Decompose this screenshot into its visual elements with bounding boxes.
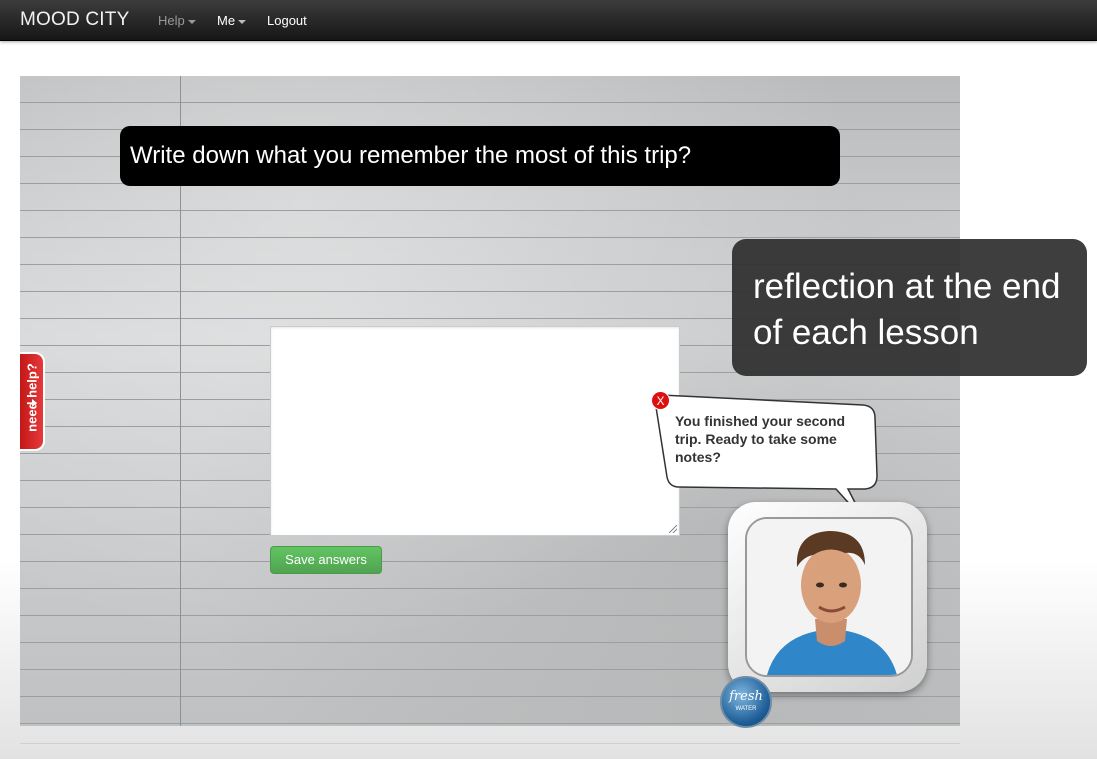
nav-me-label: Me xyxy=(217,13,236,28)
close-bubble-button[interactable]: X xyxy=(651,391,670,410)
nav-me-dropdown[interactable]: Me xyxy=(217,13,247,28)
footer-divider xyxy=(20,743,960,744)
question-prompt: Write down what you remember the most of… xyxy=(120,126,840,186)
brand-logo[interactable]: MOOD CITY xyxy=(20,9,129,31)
avatar-portrait xyxy=(747,519,911,675)
answer-textarea[interactable] xyxy=(270,326,680,536)
need-help-tab[interactable]: need help? xyxy=(20,352,45,451)
nav-logout-link[interactable]: Logout xyxy=(267,13,307,28)
speech-bubble-text: You finished your second trip. Ready to … xyxy=(675,413,846,465)
save-answers-button[interactable]: Save answers xyxy=(270,546,382,574)
badge-sub-text: WATER xyxy=(735,706,757,712)
top-navbar: MOOD CITY Help Me Logout xyxy=(0,0,1097,41)
nav-help-label: Help xyxy=(158,13,185,28)
annotation-callout: reflection at the end of each lesson xyxy=(732,239,1087,376)
arrow-right-icon xyxy=(32,399,37,407)
fresh-water-badge-logo: fresh WATER xyxy=(720,676,772,728)
resize-handle-icon[interactable] xyxy=(669,525,677,533)
nav-help-dropdown[interactable]: Help xyxy=(158,13,196,28)
avatar xyxy=(745,517,913,677)
badge-main-text: fresh xyxy=(729,689,763,704)
caret-down-icon xyxy=(187,19,196,24)
caret-down-icon xyxy=(238,19,247,24)
